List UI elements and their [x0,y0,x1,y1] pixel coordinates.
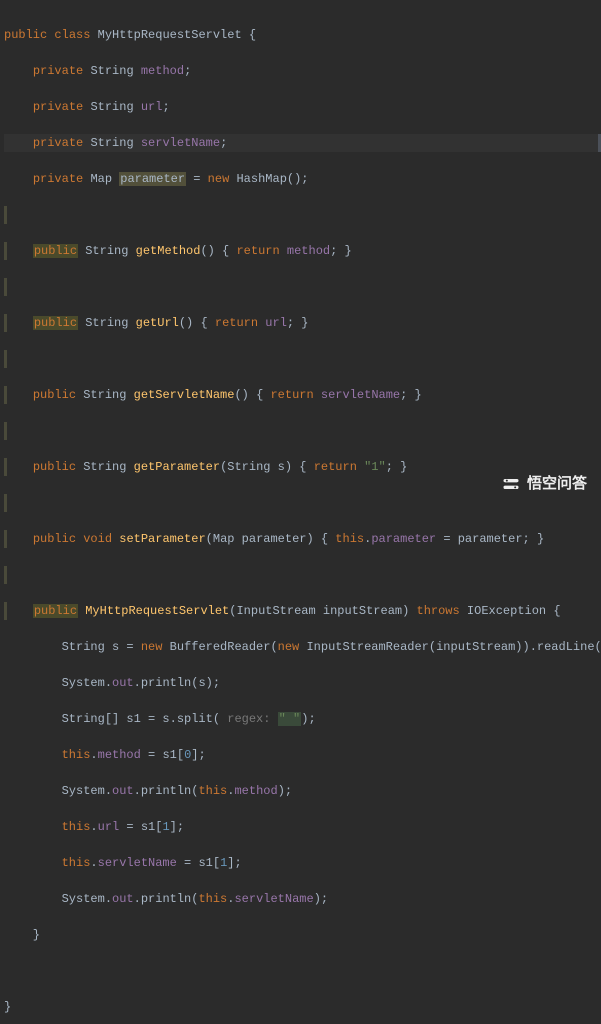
code-line [4,278,601,296]
watermark: 悟空问答 [501,474,587,494]
wukong-icon [501,474,521,494]
code-line: private String servletName; [4,134,601,152]
watermark-text: 悟空问答 [527,475,587,493]
code-line [4,494,601,512]
code-line: public void setParameter(Map parameter) … [4,530,601,548]
code-line: this.method = s1[0]; [4,746,601,764]
code-line: public String getMethod() { return metho… [4,242,601,260]
code-line: public MyHttpRequestServlet(InputStream … [4,602,601,620]
code-line [4,422,601,440]
code-line [4,566,601,584]
code-line [4,206,601,224]
code-line: public String getUrl() { return url; } [4,314,601,332]
code-line: System.out.println(s); [4,674,601,692]
code-line: this.url = s1[1]; [4,818,601,836]
code-line: System.out.println(this.method); [4,782,601,800]
code-line: this.servletName = s1[1]; [4,854,601,872]
code-line: } [4,926,601,944]
code-line: System.out.println(this.servletName); [4,890,601,908]
code-line [4,962,601,980]
code-line: } [4,998,601,1016]
code-editor[interactable]: public class MyHttpRequestServlet { priv… [0,0,601,1024]
code-line: String[] s1 = s.split( regex: " "); [4,710,601,728]
code-line: public String getServletName() { return … [4,386,601,404]
code-line: private String method; [4,62,601,80]
code-line [4,350,601,368]
code-line: private Map parameter = new HashMap(); [4,170,601,188]
code-line: private String url; [4,98,601,116]
code-line: String s = new BufferedReader(new InputS… [4,638,601,656]
code-line: public class MyHttpRequestServlet { [4,26,601,44]
